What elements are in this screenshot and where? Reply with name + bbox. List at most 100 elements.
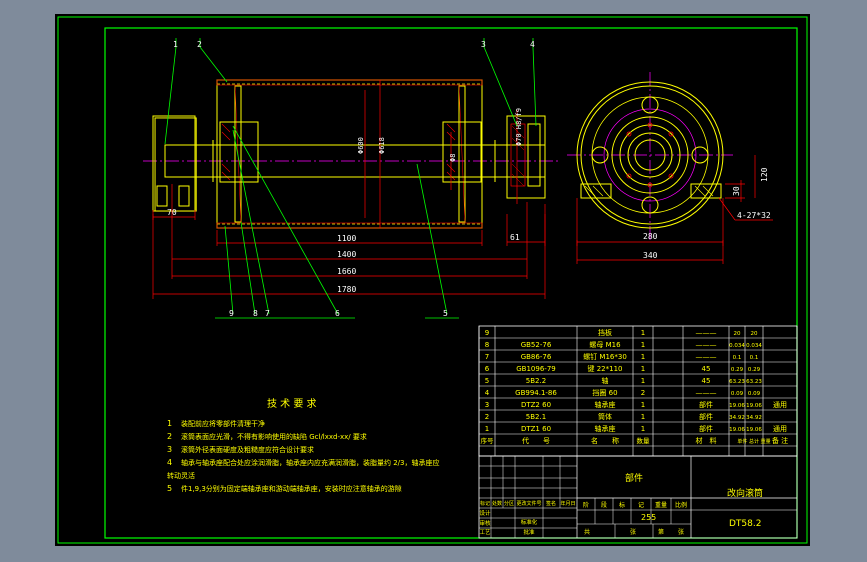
dim-30: 30 xyxy=(732,186,741,196)
revision-header: 标记 xyxy=(480,500,490,507)
balloon-9: 9 xyxy=(229,309,234,318)
bom-note: 通用 xyxy=(773,400,787,409)
bom-weight-total: 0.1 xyxy=(750,355,759,361)
dim-1400: 1400 xyxy=(337,250,356,259)
bom-no: 9 xyxy=(485,329,489,337)
signature-role: 批准 xyxy=(523,528,535,536)
tb-drawing-no: DT58.2 xyxy=(729,519,761,529)
bom-name: 键 22*110 xyxy=(588,364,623,373)
bom-no: 6 xyxy=(485,365,490,373)
bom-header-name: 名 称 xyxy=(591,436,619,445)
bom-weight-total: 0.29 xyxy=(748,367,761,373)
bom-header-note: 备 注 xyxy=(772,436,788,445)
dim-280: 280 xyxy=(643,232,658,241)
technical-requirements: 技 术 要 求 1 装配前应将零部件清理干净 2 滚筒表面应光滑，不得有影响使用的缺陷… xyxy=(167,397,440,493)
sheet-header: 共 xyxy=(584,528,590,536)
bom-code: DTZ2 60 xyxy=(521,401,551,409)
bom-qty: 2 xyxy=(641,389,645,397)
bom-weight-total: 20 xyxy=(751,331,758,337)
balloon-5: 5 xyxy=(443,309,448,318)
drum-shell xyxy=(216,79,483,229)
bom-code: GB994.1-86 xyxy=(515,389,557,397)
dim-dia618: Φ618 xyxy=(378,137,386,154)
stage-header: 标 xyxy=(619,501,625,509)
bom-weight-total: 34.92 xyxy=(746,415,762,421)
tb-drawing-name: 改向滚筒 xyxy=(727,487,763,499)
bom-weight-total: 19.06 xyxy=(746,427,762,433)
bom-material: 部件 xyxy=(699,400,713,409)
note-line: 滚筒表面应光滑，不得有影响使用的缺陷 Gcl/lxxd-xx/ 要求 xyxy=(181,432,367,441)
dim-61: 61 xyxy=(510,233,520,242)
dim-70: 70 xyxy=(167,208,177,217)
revision-header: 处数 xyxy=(492,500,502,507)
bom-material: ——— xyxy=(696,341,717,349)
balloon-4: 4 xyxy=(530,40,535,49)
bom-qty: 1 xyxy=(641,425,645,433)
bom-name: 螺钉 M16*30 xyxy=(583,352,627,361)
sheet-header: 第 xyxy=(658,528,664,536)
bom-material: 部件 xyxy=(699,424,713,433)
front-view: Φ618 Φ600 Φ8 Φ70 H8/f9 70 1100 1400 1660… xyxy=(143,38,560,319)
bom-material: ——— xyxy=(696,389,717,397)
bom-header-qty: 数量 xyxy=(637,436,651,445)
dim-120: 120 xyxy=(760,167,769,182)
bom-code: GB1096-79 xyxy=(516,365,555,373)
bom-qty: 1 xyxy=(641,341,645,349)
dim-dia-bore: Φ8 xyxy=(449,154,457,162)
dim-1100: 1100 xyxy=(337,234,356,243)
bom-weight-total: 0.09 xyxy=(748,391,761,397)
bom-header-code: 代 号 xyxy=(522,436,550,445)
bom-weight-unit: 19.06 xyxy=(729,427,745,433)
stage-header: 比例 xyxy=(675,501,687,509)
dim-1780: 1780 xyxy=(337,285,356,294)
signature-role: 设计 xyxy=(479,509,491,517)
bom-qty: 1 xyxy=(641,365,645,373)
bom-material: 45 xyxy=(702,365,711,373)
revision-header: 年月日 xyxy=(560,500,575,507)
sheet-header: 张 xyxy=(678,528,684,536)
bom-name: 挡板 xyxy=(598,328,612,337)
bom-name: 轴承座 xyxy=(595,400,616,409)
bom-weight-unit: 63.23 xyxy=(729,379,745,385)
bom-material: ——— xyxy=(696,329,717,337)
signature-role: 审核 xyxy=(479,519,491,527)
bom-no: 1 xyxy=(485,425,489,433)
bom-weight-unit: 20 xyxy=(734,331,741,337)
note-line: 件1,9,3分别为固定端轴承座和游动端轴承座，安装时应注意轴承的游隙 xyxy=(181,484,402,493)
bom-qty: 1 xyxy=(641,413,645,421)
bom-qty: 1 xyxy=(641,353,645,361)
bom-code: 5B2.2 xyxy=(526,377,546,385)
note-number: 3 xyxy=(167,445,172,454)
note-number: 1 xyxy=(167,419,172,428)
balloon-1: 1 xyxy=(173,40,178,49)
bom-header-mat: 材 料 xyxy=(696,436,717,445)
dim-340: 340 xyxy=(643,251,658,260)
stage-header: 阶 xyxy=(583,501,589,509)
bom-material: ——— xyxy=(696,353,717,361)
note-number: 5 xyxy=(167,484,172,493)
bom-name: 螺母 M16 xyxy=(589,340,621,349)
drawing-sheet: Φ618 Φ600 Φ8 Φ70 H8/f9 70 1100 1400 1660… xyxy=(55,14,810,546)
bom-no: 3 xyxy=(485,401,489,409)
side-view: 280 340 30 120 4-27*32 xyxy=(567,72,773,264)
bom-no: 2 xyxy=(485,413,489,421)
bom-code: DTZ1 60 xyxy=(521,425,551,433)
note-line: 滚筒外径表面硬度及粗糙度应符合设计要求 xyxy=(181,445,314,454)
note-number: 4 xyxy=(167,458,172,467)
bom-header-no: 序号 xyxy=(481,436,495,445)
bom-qty: 1 xyxy=(641,329,645,337)
bom-code: GB86-76 xyxy=(521,353,552,361)
bom-name: 轴承座 xyxy=(595,424,616,433)
notes-title: 技 术 要 求 xyxy=(267,397,317,410)
bom-code: GB52-76 xyxy=(521,341,552,349)
note-line: 转动灵活 xyxy=(167,471,195,480)
bom-qty: 1 xyxy=(641,377,645,385)
dim-holes: 4-27*32 xyxy=(737,211,771,220)
bom-weight-unit: 34.92 xyxy=(729,415,745,421)
stage-header: 段 xyxy=(601,501,607,509)
bom-name: 筒体 xyxy=(598,412,612,421)
stage-header: 重量 xyxy=(655,501,667,509)
bom-no: 4 xyxy=(485,389,490,397)
bom-note: 通用 xyxy=(773,424,787,433)
stage-header: 记 xyxy=(638,502,644,509)
